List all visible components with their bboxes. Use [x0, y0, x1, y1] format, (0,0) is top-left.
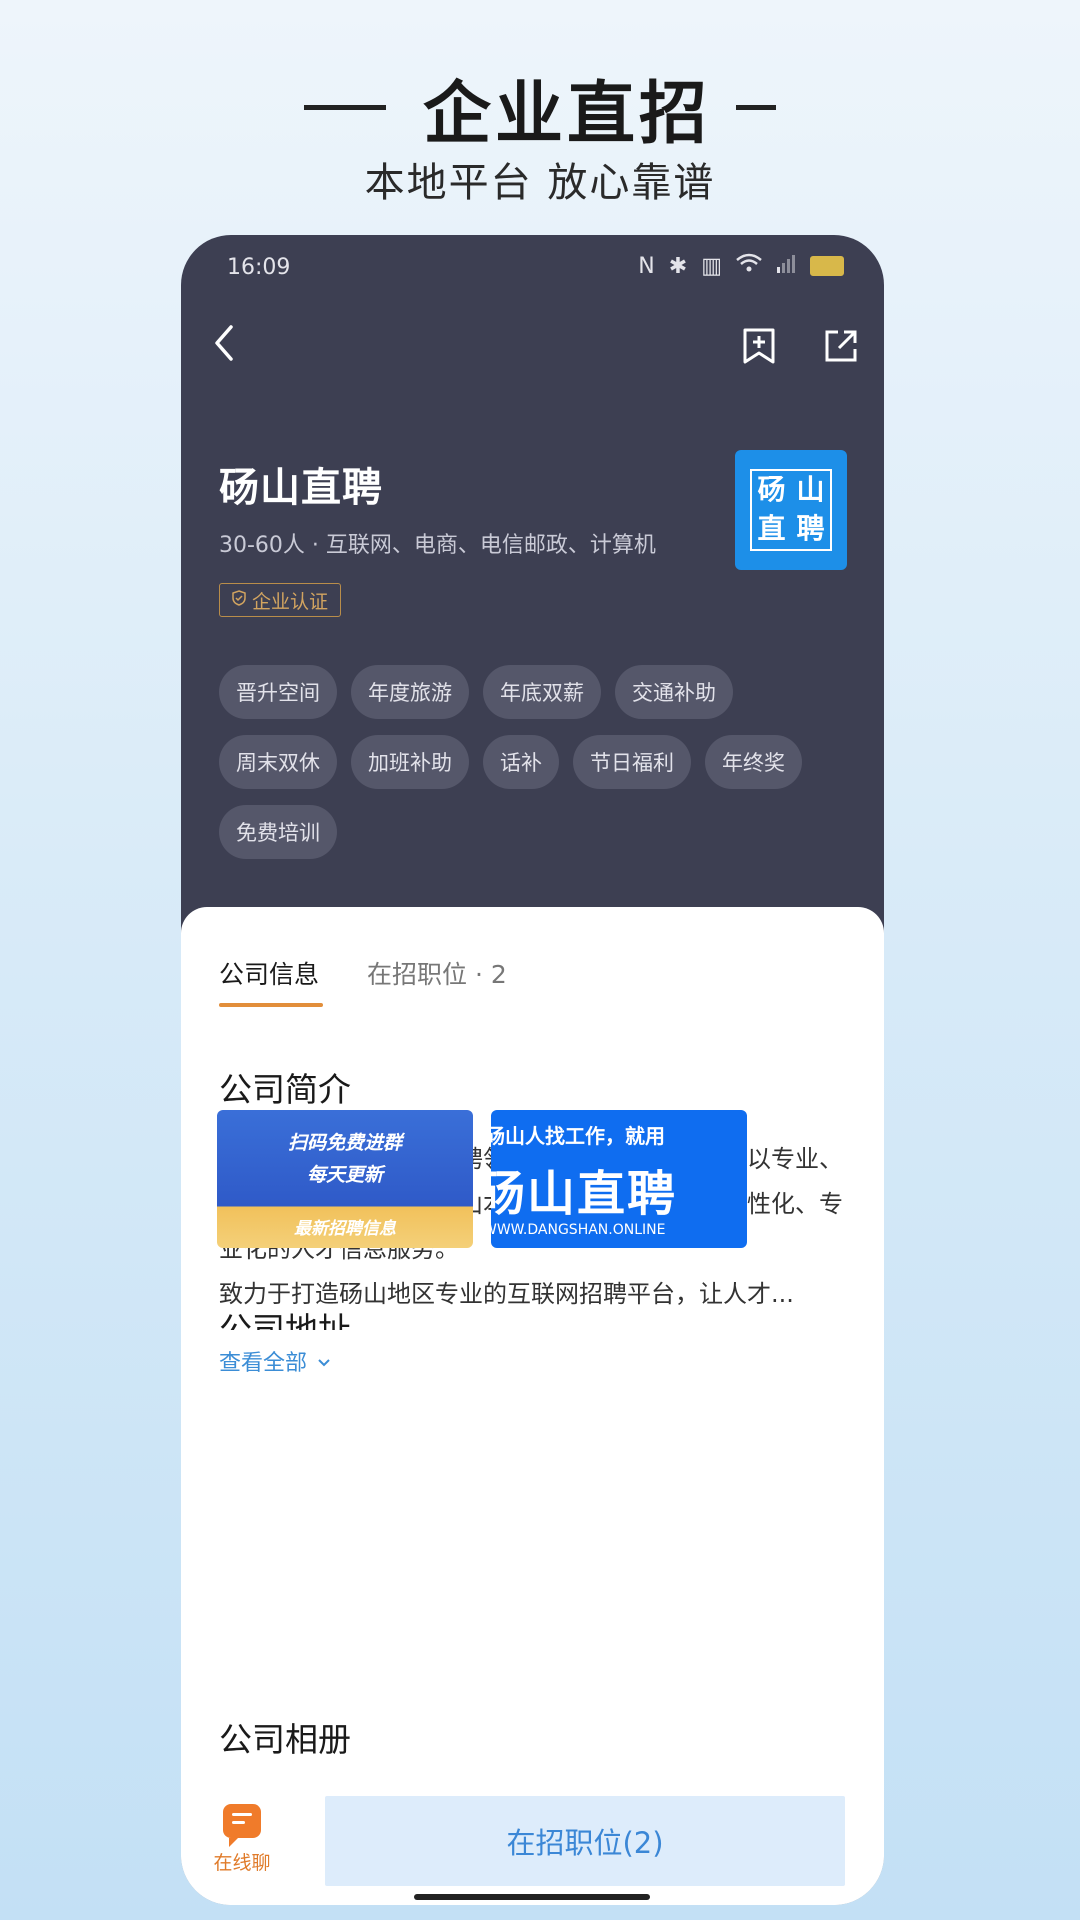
photo-text: 扫码免费进群 — [287, 1132, 402, 1154]
logo-char: 砀 — [757, 473, 786, 506]
wifi-icon — [736, 253, 762, 279]
company-meta: 30-60人 · 互联网、电商、电信邮政、计算机 — [219, 533, 656, 558]
back-arrow-icon[interactable] — [211, 323, 237, 370]
album-photo[interactable]: 扫码免费进群 每天更新 最新招聘信息 — [217, 1110, 473, 1248]
banner-headline: 企业直招 — [0, 58, 1080, 157]
shield-icon — [232, 589, 246, 611]
company-name: 砀山直聘 — [219, 465, 383, 511]
data-icon: ▥ — [701, 253, 722, 279]
company-logo: 砀 山 直 聘 — [735, 450, 847, 570]
banner-subtitle: 本地平台 放心靠谱 — [364, 160, 716, 206]
benefit-tag: 加班补助 — [351, 735, 469, 789]
photo-text: 砀山直聘 — [491, 1166, 678, 1222]
share-icon[interactable] — [822, 327, 860, 365]
benefit-tag: 话补 — [483, 735, 559, 789]
open-jobs-button[interactable]: 在招职位(2) — [325, 1796, 845, 1886]
chat-icon — [223, 1804, 261, 1847]
album-title: 公司相册 — [219, 1720, 351, 1759]
benefit-tag: 免费培训 — [219, 805, 337, 859]
online-chat-button[interactable]: 在线聊 — [205, 1804, 279, 1875]
benefit-tag: 年终奖 — [705, 735, 802, 789]
tab-active-indicator — [219, 1003, 323, 1007]
benefit-tag: 交通补助 — [615, 665, 733, 719]
benefit-tag: 年度旅游 — [351, 665, 469, 719]
nfc-icon: N — [638, 253, 655, 279]
photo-text: 每天更新 — [306, 1164, 383, 1186]
intro-title: 公司简介 — [219, 1070, 351, 1109]
view-all-label: 查看全部 — [219, 1351, 308, 1376]
logo-char: 直 — [757, 512, 786, 545]
content-panel: 公司信息 在招职位 · 2 公司简介 砀山直聘是专注人才招聘领域的互联网招聘平台… — [181, 907, 884, 1905]
headline-dash-left — [303, 105, 386, 110]
certification-badge: 企业认证 — [219, 583, 342, 617]
status-time: 16:09 — [227, 255, 291, 280]
logo-char: 山 — [796, 473, 825, 506]
home-indicator — [414, 1894, 650, 1900]
bookmark-add-icon[interactable] — [740, 327, 778, 365]
benefit-tag: 年底双薪 — [483, 665, 601, 719]
banner-title: 企业直招 — [422, 75, 711, 154]
benefit-tags: 晋升空间 年度旅游 年底双薪 交通补助 周末双休 加班补助 话补 节日福利 年终… — [219, 665, 849, 859]
benefit-tag: 节日福利 — [573, 735, 691, 789]
chat-label: 在线聊 — [213, 1852, 271, 1874]
logo-char: 聘 — [796, 512, 825, 545]
benefit-tag: 周末双休 — [219, 735, 337, 789]
benefit-tag: 晋升空间 — [219, 665, 337, 719]
certification-label: 企业认证 — [252, 590, 329, 613]
address-title: 公司地址 — [219, 1310, 351, 1330]
chevron-down-icon — [317, 1349, 331, 1374]
tab-open-jobs[interactable]: 在招职位 · 2 — [367, 955, 507, 991]
bluetooth-icon: ✱ — [668, 253, 688, 279]
tab-company-info[interactable]: 公司信息 — [219, 955, 319, 991]
phone-screen: 16:09 N ✱ ▥ 砀山直聘 30-60人 · 互联网、电商、电信邮政、计算… — [181, 235, 884, 1905]
battery-icon — [810, 256, 844, 276]
signal-icon — [776, 254, 796, 279]
headline-dash-right — [736, 105, 777, 110]
photo-text: WWW.DANGSHAN.ONLINE — [491, 1222, 666, 1238]
bottom-action-bar: 在线聊 在招职位(2) — [181, 1792, 884, 1905]
photo-text: 最新招聘信息 — [294, 1219, 396, 1239]
view-all-link[interactable]: 查看全部 — [219, 1345, 331, 1377]
status-icons: N ✱ ▥ — [638, 253, 844, 279]
album-photo[interactable]: 砀山人找工作，就用 砀山直聘 WWW.DANGSHAN.ONLINE — [491, 1110, 747, 1248]
photo-text: 砀山人找工作，就用 — [491, 1124, 665, 1148]
